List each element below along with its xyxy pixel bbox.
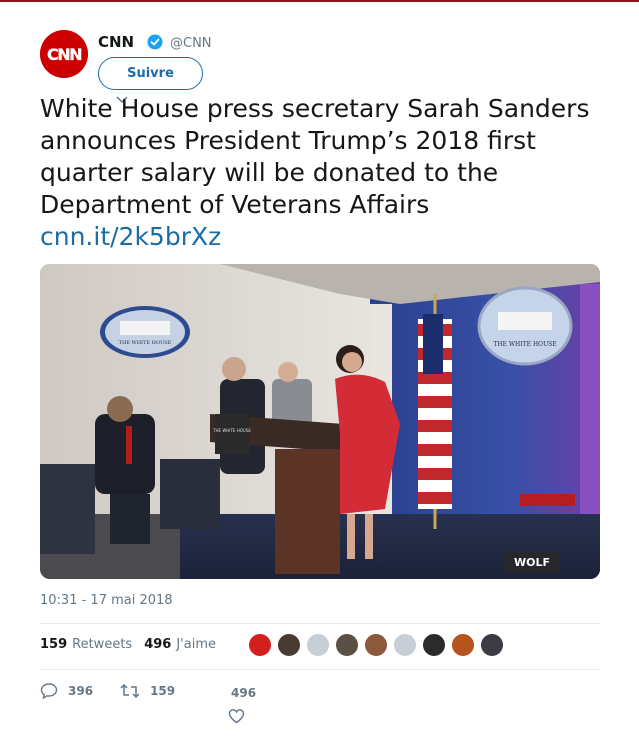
author-name[interactable]: CNN xyxy=(98,33,134,51)
divider-bottom xyxy=(40,669,600,670)
tweet-timestamp[interactable]: 10:31 - 17 mai 2018 xyxy=(40,593,173,608)
liker-avatar-1[interactable] xyxy=(248,633,272,657)
podium-sign: THE WHITE HOUSE xyxy=(212,428,251,433)
liker-avatar-8[interactable] xyxy=(451,633,475,657)
liker-avatar-6[interactable] xyxy=(393,633,417,657)
follow-button[interactable]: Suivre xyxy=(98,57,203,90)
likes-label: J'aime xyxy=(176,637,216,652)
tweet-actions: 396 159 xyxy=(40,682,175,700)
tweet-body: White House press secretary Sarah Sander… xyxy=(40,93,615,253)
liker-avatar-3[interactable] xyxy=(306,633,330,657)
like-count: 496 xyxy=(231,686,257,700)
retweets-count: 159 xyxy=(40,637,68,652)
author-handle[interactable]: @CNN xyxy=(170,36,212,51)
video-still: THE WHITE HOUSE THE WHITE HOUSE THE WHIT… xyxy=(40,264,600,579)
likers-avatars xyxy=(248,633,509,657)
liker-avatar-7[interactable] xyxy=(422,633,446,657)
tweet-media-video[interactable]: THE WHITE HOUSE THE WHITE HOUSE THE WHIT… xyxy=(40,264,600,579)
retweets-label: Retweets xyxy=(72,637,133,652)
retweet-count: 159 xyxy=(150,684,176,698)
tweet-link[interactable]: cnn.it/2k5brXz xyxy=(40,221,615,253)
verified-badge-icon xyxy=(147,34,163,50)
retweet-button[interactable]: 159 xyxy=(120,682,175,700)
cnn-logo-icon: CNN xyxy=(40,30,88,78)
tweet-stats: 159 Retweets 496 J'aime xyxy=(40,637,228,652)
liker-avatar-2[interactable] xyxy=(277,633,301,657)
reply-count: 396 xyxy=(68,684,94,698)
likes-stat[interactable]: 496 J'aime xyxy=(144,637,216,652)
tweet-text: White House press secretary Sarah Sander… xyxy=(40,94,590,219)
likes-count: 496 xyxy=(144,637,172,652)
video-overlay-tag: WOLF xyxy=(503,552,560,573)
retweet-icon xyxy=(120,683,140,699)
cnn-avatar[interactable]: CNN xyxy=(40,30,88,78)
cnn-logo-text: CNN xyxy=(47,45,81,64)
reply-button[interactable]: 396 xyxy=(40,682,93,700)
top-border xyxy=(0,0,639,2)
reply-icon xyxy=(40,683,58,700)
seal-text-left: THE WHITE HOUSE xyxy=(119,340,172,346)
divider-top xyxy=(40,623,600,624)
liker-avatar-4[interactable] xyxy=(335,633,359,657)
heart-icon[interactable] xyxy=(228,708,245,724)
liker-avatar-9[interactable] xyxy=(480,633,504,657)
seal-text-right: THE WHITE HOUSE xyxy=(493,341,556,348)
retweets-stat[interactable]: 159 Retweets xyxy=(40,637,132,652)
liker-avatar-5[interactable] xyxy=(364,633,388,657)
